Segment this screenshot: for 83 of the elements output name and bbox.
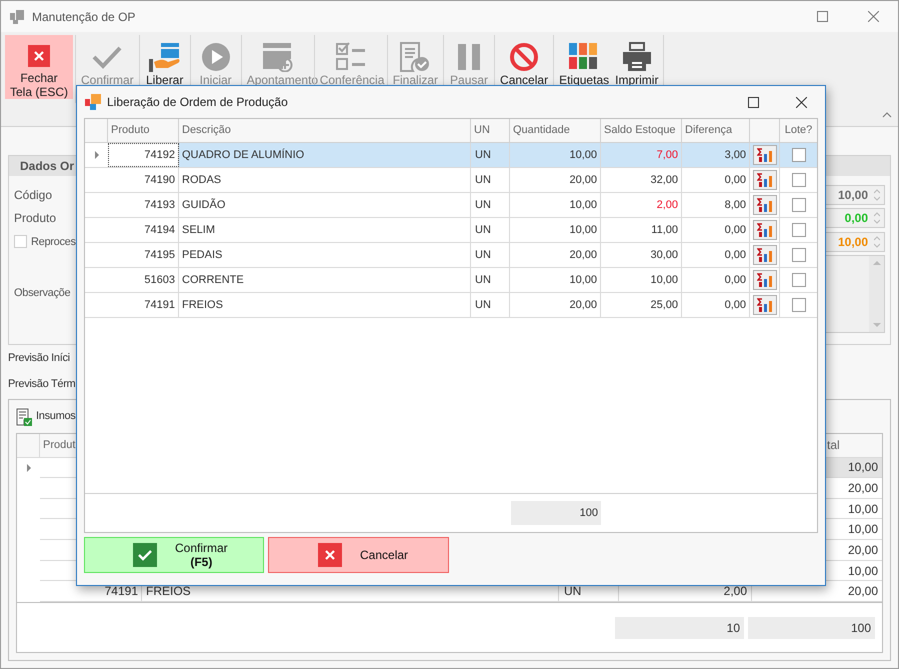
field-label: Previsão Térm <box>8 376 76 392</box>
prohibited-icon <box>509 42 540 72</box>
column-header: Diferença <box>685 123 732 138</box>
checkbox[interactable] <box>14 235 27 248</box>
column-header: Saldo Estoque <box>604 123 676 138</box>
checkbox-label: Reproces <box>31 234 76 250</box>
table-cell: 3,00 <box>682 143 750 167</box>
close-icon[interactable] <box>796 96 807 108</box>
field-label: Código <box>14 186 52 204</box>
hand-box-icon <box>148 42 182 72</box>
scroll-down-icon[interactable] <box>872 322 880 328</box>
checkmark-icon <box>133 543 157 567</box>
column-header: Lote? <box>784 123 812 138</box>
panel-title: Insumos <box>36 409 76 424</box>
checklist-icon <box>16 408 33 426</box>
table-cell-text: FREIOS <box>146 583 191 600</box>
play-icon <box>200 42 231 72</box>
column-header: UN <box>474 123 490 138</box>
spinner-icon[interactable] <box>874 211 880 226</box>
printer-icon <box>622 42 652 72</box>
statistics-button[interactable] <box>752 295 776 315</box>
sum-chart-icon <box>756 298 772 312</box>
sum-chart-icon <box>756 148 772 162</box>
statistics-button[interactable] <box>752 195 776 215</box>
table-cell-text: UN <box>564 583 582 600</box>
checkmark-icon <box>92 45 122 69</box>
field-label: Produto <box>14 210 56 228</box>
spinner-icon[interactable] <box>874 188 880 202</box>
app-logo-icon <box>85 94 101 110</box>
close-icon <box>318 543 342 567</box>
toolbar-button[interactable]: Cancelar <box>497 35 552 99</box>
statistics-button[interactable] <box>752 245 776 265</box>
toolbar-button[interactable]: Etiquetas <box>556 35 612 99</box>
checkbox[interactable] <box>792 248 806 262</box>
dialog-title: Liberação de Ordem de Produção <box>107 94 288 111</box>
column-header: tal <box>827 437 840 454</box>
toolbar-button[interactable]: Fechar Tela (ESC) <box>5 35 73 99</box>
pause-icon <box>458 44 480 70</box>
table-cell-text: 2,00 <box>724 583 747 600</box>
checkbox[interactable] <box>792 273 806 287</box>
confirm-button[interactable]: Confirmar (F5) <box>84 537 264 573</box>
statistics-button[interactable] <box>752 220 776 240</box>
field-label: Observaçõe <box>14 286 70 302</box>
checkbox[interactable] <box>792 198 806 212</box>
spinner-icon[interactable] <box>874 234 880 249</box>
column-header: Descrição <box>182 123 231 138</box>
color-grid-icon <box>569 43 600 71</box>
field-label: Previsão Iníci <box>8 350 70 366</box>
sum-chart-icon <box>756 273 772 287</box>
sum-chart-icon <box>756 248 772 262</box>
window-title: Manutenção de OP <box>32 8 136 26</box>
table-cell: 7,00 <box>601 143 682 167</box>
total-cell: 100 <box>511 501 601 525</box>
total-cell: 10 <box>615 616 744 638</box>
sum-chart-icon <box>756 223 772 237</box>
statistics-button[interactable] <box>752 270 776 290</box>
checklist-icon <box>336 42 366 72</box>
total-cell: 100 <box>748 616 875 638</box>
table-cell: 10,00 <box>510 143 601 167</box>
document-check-icon <box>399 42 432 72</box>
close-icon <box>28 45 50 67</box>
statistics-button[interactable] <box>752 145 776 165</box>
column-header: Produt <box>43 438 76 454</box>
checkbox[interactable] <box>792 173 806 187</box>
checkbox[interactable] <box>792 298 806 312</box>
statistics-button[interactable] <box>752 170 776 190</box>
scroll-up-icon[interactable] <box>872 260 880 264</box>
checkbox[interactable] <box>792 223 806 237</box>
collapse-icon[interactable] <box>882 112 892 118</box>
group-title: Dados Or <box>20 158 74 175</box>
table-cell: QUADRO DE ALUMÍNIO <box>179 143 471 167</box>
sum-chart-icon <box>756 173 772 187</box>
toolbar-button[interactable]: Imprimir <box>612 35 662 99</box>
maximize-icon[interactable] <box>748 96 759 108</box>
sum-chart-icon <box>756 198 772 212</box>
checkbox[interactable] <box>792 148 806 162</box>
column-header: Quantidade <box>513 123 570 138</box>
table-cell: UN <box>471 143 510 167</box>
calendar-add-icon <box>262 42 294 72</box>
column-header: Produto <box>111 123 150 138</box>
app-logo-icon <box>10 10 24 24</box>
cancel-button[interactable]: Cancelar <box>268 537 449 573</box>
scrollbar[interactable] <box>869 256 884 332</box>
